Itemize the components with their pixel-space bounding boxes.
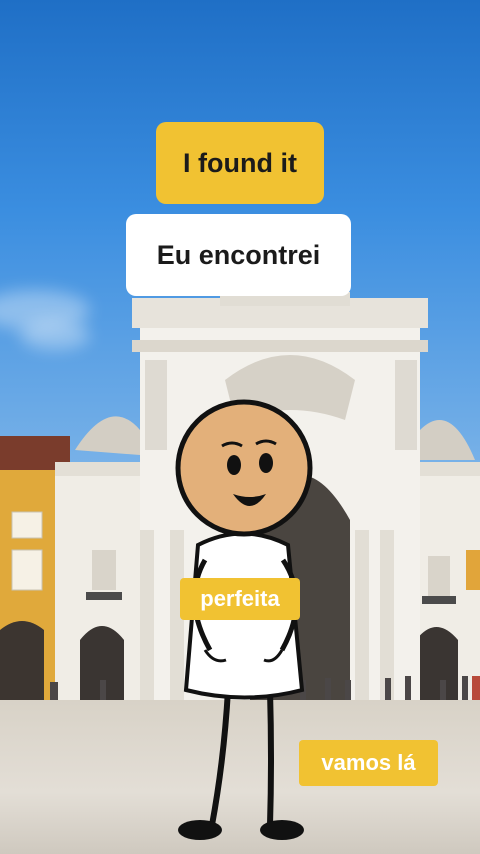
word-tag-vamos-la: vamos lá — [299, 740, 438, 786]
word-tag-perfeita: perfeita — [180, 578, 300, 620]
video-frame: I found it Eu encontrei perfeita vamos l… — [0, 0, 480, 854]
portuguese-caption: Eu encontrei — [126, 214, 351, 296]
english-caption: I found it — [156, 122, 324, 204]
